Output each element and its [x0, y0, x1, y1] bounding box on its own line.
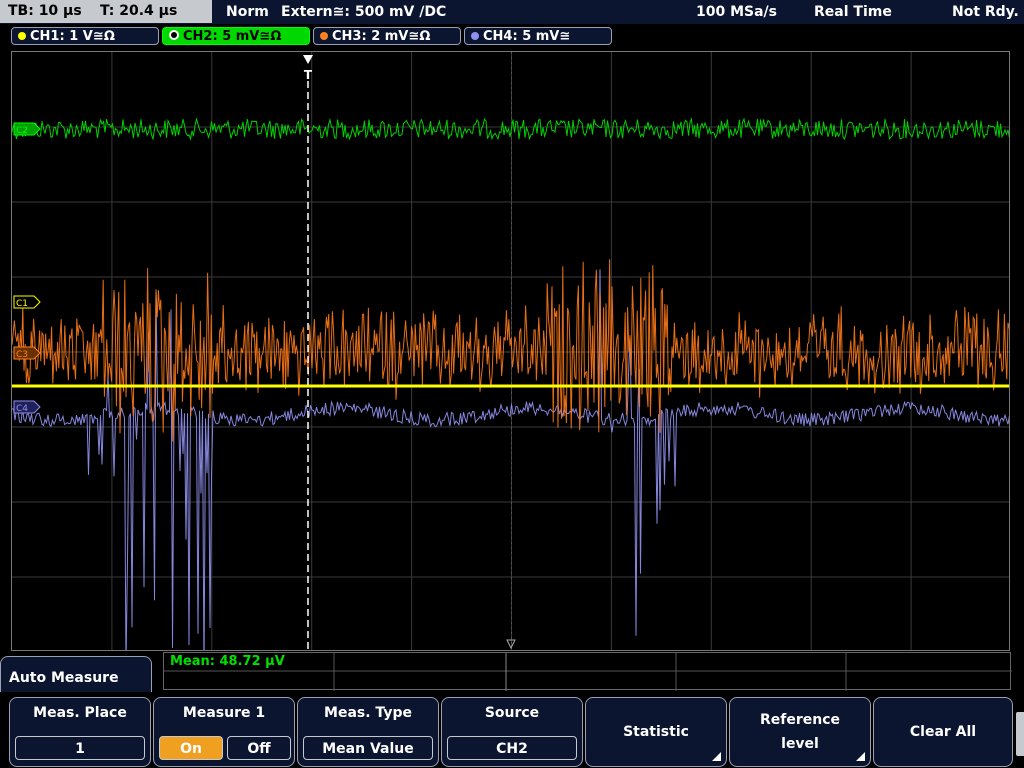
ch2-label: CH2: 5 mV≅Ω: [183, 29, 282, 44]
waveform-canvas: T C2 C1 C3 C4: [12, 52, 1009, 650]
ch3-label: CH3: 2 mV≅Ω: [332, 29, 431, 44]
ch2-dot-icon: [169, 30, 179, 40]
ch3-dot-icon: [320, 32, 328, 40]
ch4-label: CH4: 5 mV≅: [483, 29, 571, 44]
meas-place-value[interactable]: 1: [15, 736, 145, 760]
trigger-time-value: T: 20.4 µs: [100, 3, 178, 19]
c1-marker[interactable]: C1: [13, 295, 41, 309]
source-value[interactable]: CH2: [447, 736, 577, 760]
clear-all-label: Clear All: [909, 724, 977, 740]
c2-marker-label: C2: [16, 126, 28, 136]
tab-ch3[interactable]: CH3: 2 mV≅Ω: [313, 27, 461, 45]
statistic-label: Statistic: [623, 724, 689, 740]
meas-type-label: Meas. Type: [324, 705, 412, 721]
tab-ch4[interactable]: CH4: 5 mV≅: [464, 27, 612, 45]
c4-marker[interactable]: C4: [13, 400, 41, 414]
meas-place-softkey[interactable]: Meas. Place 1: [9, 697, 151, 767]
timebase-value: TB: 10 µs: [8, 3, 82, 19]
meas-type-softkey[interactable]: Meas. Type Mean Value: [297, 697, 439, 767]
measurement-panel: [163, 652, 1012, 691]
ch1-dot-icon: [18, 32, 26, 40]
reference-label-line2: level: [781, 736, 819, 752]
acquisition-state: Not Rdy.: [952, 4, 1019, 20]
c1-marker-label: C1: [16, 299, 28, 309]
ch4-dot-icon: [471, 32, 479, 40]
tab-ch2[interactable]: CH2: 5 mV≅Ω: [162, 27, 310, 45]
clear-all-softkey[interactable]: Clear All: [873, 697, 1013, 767]
trigger-mode[interactable]: Norm: [226, 0, 269, 24]
source-softkey[interactable]: Source CH2: [441, 697, 583, 767]
c4-marker-label: C4: [16, 404, 28, 414]
ch1-label: CH1: 1 V≅Ω: [30, 29, 115, 44]
measure1-label: Measure 1: [182, 705, 266, 721]
submenu-arrow-icon: [856, 752, 865, 761]
menu-title: Auto Measure: [0, 656, 152, 692]
side-scroll-handle[interactable]: [1016, 712, 1024, 756]
mean-measurement: Mean: 48.72 µV: [170, 654, 285, 669]
c2-marker[interactable]: C2: [13, 122, 41, 136]
trigger-source[interactable]: Extern≅: 500 mV ∕DC: [281, 0, 446, 24]
waveform-display[interactable]: T C2 C1 C3 C4: [11, 51, 1010, 651]
acquisition-mode: Real Time: [814, 4, 892, 20]
measure1-on-toggle[interactable]: On: [159, 736, 223, 760]
timebase-box[interactable]: TB: 10 µs T: 20.4 µs: [0, 0, 212, 23]
tab-ch1[interactable]: CH1: 1 V≅Ω: [11, 27, 159, 45]
submenu-arrow-icon: [712, 752, 721, 761]
c3-marker-label: C3: [16, 350, 28, 360]
sample-rate: 100 MSa/s: [696, 4, 778, 20]
trigger-label: T: [304, 68, 313, 82]
reference-level-softkey[interactable]: Reference level: [729, 697, 871, 767]
source-label: Source: [484, 705, 540, 721]
c3-marker[interactable]: C3: [13, 346, 41, 360]
meas-type-value[interactable]: Mean Value: [303, 736, 433, 760]
meas-place-label: Meas. Place: [33, 705, 127, 721]
measure1-softkey[interactable]: Measure 1 On Off: [153, 697, 295, 767]
reference-label-line1: Reference: [759, 712, 841, 728]
measure1-off-toggle[interactable]: Off: [227, 736, 291, 760]
statistic-softkey[interactable]: Statistic: [585, 697, 727, 767]
